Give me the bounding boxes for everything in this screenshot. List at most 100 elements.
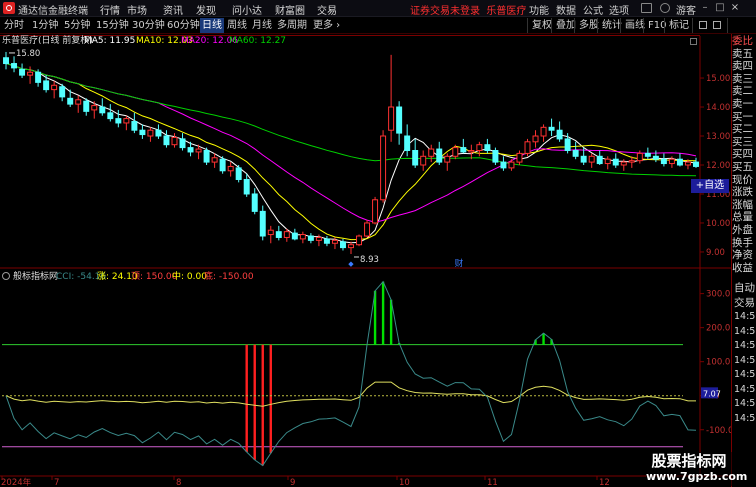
side-item-13: 涨幅 <box>732 198 753 211</box>
date-tick-label: 2024年 <box>1 477 32 487</box>
candle-body <box>508 161 515 169</box>
cci-tick-label: -100.0 <box>706 426 731 436</box>
candle-body <box>115 118 122 124</box>
candle-body <box>580 155 587 163</box>
cci-red-bar <box>245 344 248 453</box>
price-tick-label: 14.00 <box>706 103 730 113</box>
high-price-label: 15.80 <box>16 49 40 59</box>
candle-body <box>67 97 74 105</box>
ding-legend: 顶: 150.00 <box>131 272 178 282</box>
date-tick-label: 11 <box>487 478 498 487</box>
candle-body <box>588 155 595 163</box>
cci-green-bar <box>542 333 545 345</box>
candle-body <box>331 239 338 244</box>
auto-trade-label[interactable]: 自动 <box>734 281 756 295</box>
candle-body <box>652 155 659 160</box>
candle-body <box>660 158 667 165</box>
cci-red-bar <box>269 344 272 454</box>
indicator-header: 般标指标网 <box>2 271 58 283</box>
candle-body <box>315 236 322 241</box>
zhang-line <box>5 381 696 407</box>
candle-body <box>636 152 643 162</box>
trade-label[interactable]: 交易 <box>734 296 756 310</box>
candle-body <box>356 235 363 246</box>
di-legend: 底: -150.00 <box>204 272 254 282</box>
tick-time-4: 14:50 <box>734 369 756 380</box>
add-favorite-button[interactable]: +自选 <box>691 179 729 193</box>
candle-body <box>131 121 138 131</box>
candle-body <box>251 193 258 212</box>
candle-body <box>259 210 266 237</box>
candle-body <box>460 147 467 153</box>
candle-body <box>693 161 699 167</box>
candle-body <box>163 135 170 146</box>
candle-body <box>396 106 403 134</box>
kline-chart[interactable]: 9.0010.0011.0012.0013.0014.0015.0015.808… <box>0 0 731 487</box>
candle-body <box>644 152 651 157</box>
tick-time-7: 14:50 <box>734 412 756 424</box>
candle-body <box>283 231 290 238</box>
candle-body <box>107 112 114 120</box>
date-tick-label: 10 <box>399 478 410 487</box>
date-tick-label: 7 <box>54 478 59 487</box>
candle-body <box>291 232 298 240</box>
side-item-9: 买四 <box>732 148 753 161</box>
date-tick-label: 8 <box>176 478 181 487</box>
candle-body <box>532 135 539 143</box>
candle-body <box>299 234 306 240</box>
candle-body <box>123 118 130 124</box>
candle-body <box>267 229 274 236</box>
side-item-5: 卖一 <box>732 98 753 110</box>
candle-body <box>668 158 675 165</box>
candle-body <box>83 100 90 112</box>
candle-body <box>179 138 186 149</box>
event-dot: ◆ <box>348 260 354 268</box>
cci-current-value: 7.07 <box>703 389 721 398</box>
candle-body <box>275 231 282 238</box>
candle-body <box>203 150 210 163</box>
candle-body <box>19 68 26 76</box>
candle-body <box>59 86 66 98</box>
side-item-18: 收益 <box>732 261 753 274</box>
candle-body <box>75 99 82 105</box>
side-item-17: 净资 <box>732 249 753 262</box>
cci-red-bar <box>253 344 256 460</box>
watermark: 股票指标网 www.7gpzb.com <box>646 452 748 486</box>
tick-time-5: 14:50 <box>734 383 756 395</box>
tick-time-0: 14:50 <box>734 311 756 322</box>
cci-tick-label: 200.0 <box>706 324 730 334</box>
candle-body <box>476 144 483 151</box>
candle-body <box>211 157 218 163</box>
candle-body <box>323 238 330 244</box>
side-item-2: 卖四 <box>732 60 753 73</box>
candle-body <box>227 165 234 172</box>
candle-body <box>27 71 34 76</box>
candle-body <box>516 152 523 163</box>
candle-body <box>420 155 427 166</box>
watermark-url: www.7gpzb.com <box>646 470 748 483</box>
indicator-name: 般标指标网 <box>13 272 59 282</box>
tick-time-6: 14:50 <box>734 398 756 409</box>
candle-body <box>436 148 443 163</box>
ma20-line <box>5 63 697 223</box>
side-item-4: 卖二 <box>732 85 753 98</box>
price-tick-label: 12.00 <box>706 161 730 171</box>
candle-body <box>43 80 50 91</box>
candle-body <box>684 161 691 166</box>
candle-body <box>388 106 395 131</box>
candle-body <box>195 148 202 153</box>
candle-body <box>524 141 531 154</box>
zhong-legend: 中: 0.00 <box>172 272 207 282</box>
ma5-line <box>5 63 697 244</box>
price-tick-label: 10.00 <box>706 219 730 229</box>
indicator-settings-icon[interactable] <box>2 272 10 280</box>
candle-body <box>139 129 146 136</box>
date-tick-label: 9 <box>290 478 295 487</box>
candle-body <box>99 106 106 114</box>
candle-body <box>468 150 475 153</box>
candle-body <box>155 129 162 137</box>
candle-body <box>243 178 250 195</box>
side-item-7: 买二 <box>732 123 753 136</box>
side-item-12: 涨跌 <box>732 186 753 199</box>
tick-time-3: 14:50 <box>734 354 756 366</box>
